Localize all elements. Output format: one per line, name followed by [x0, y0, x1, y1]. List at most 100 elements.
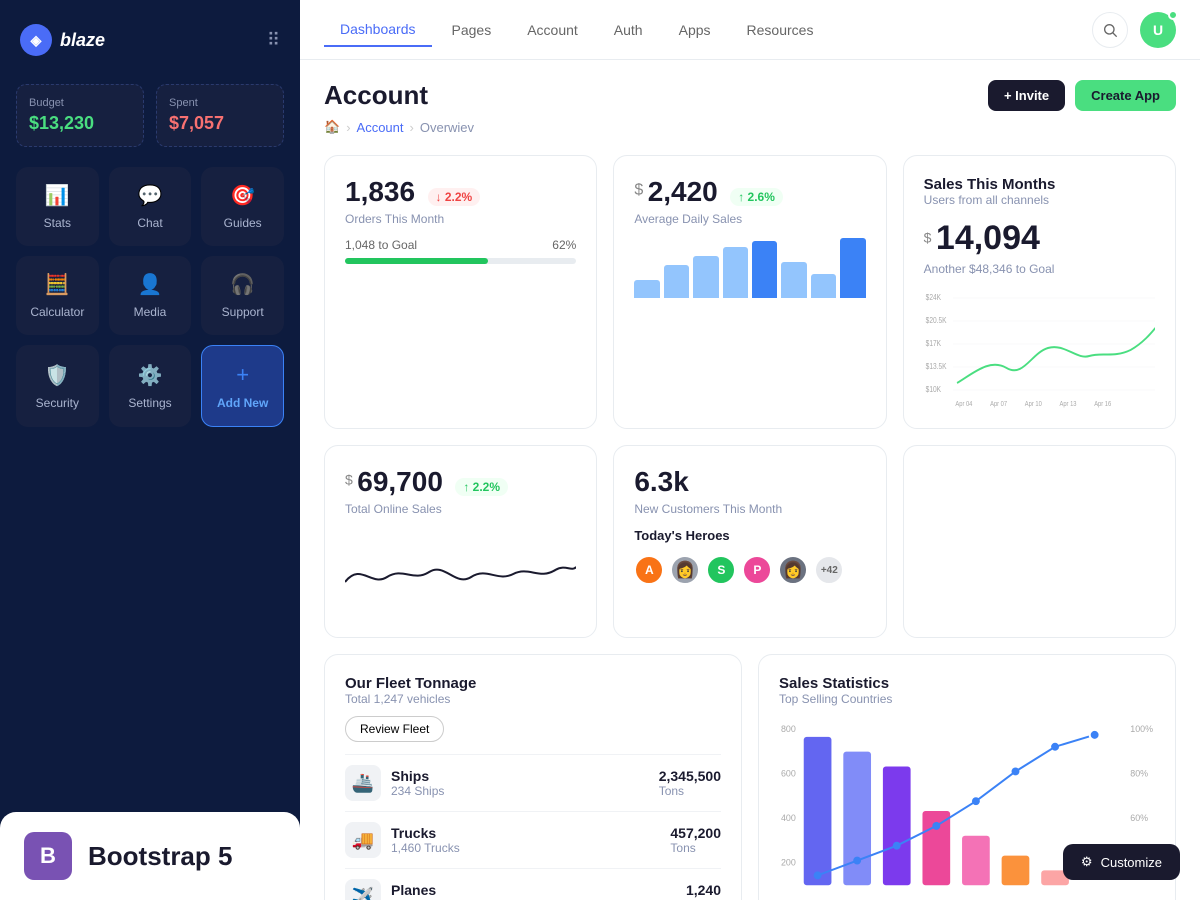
sidebar-item-settings[interactable]: ⚙️ Settings — [109, 345, 192, 427]
nav-link-resources[interactable]: Resources — [731, 14, 830, 46]
support-icon: 🎧 — [230, 272, 255, 297]
spent-value: $7,057 — [169, 113, 271, 134]
svg-text:600: 600 — [781, 768, 796, 778]
orders-number: 1,836 — [345, 176, 415, 207]
planes-icon: ✈️ — [345, 879, 381, 900]
page-area: Account + Invite Create App 🏠 › Account … — [300, 60, 1200, 900]
create-app-button[interactable]: Create App — [1075, 80, 1176, 111]
chat-label: Chat — [137, 216, 162, 230]
bar-6 — [781, 262, 806, 298]
logo-area: ◈ blaze — [20, 24, 105, 56]
sidebar-item-add-new[interactable]: + Add New — [201, 345, 284, 427]
hero-img1: 👩 — [670, 555, 700, 585]
avatar-badge — [1168, 10, 1178, 20]
breadcrumb: 🏠 › Account › Overwiev — [324, 119, 1176, 135]
sidebar-item-media[interactable]: 👤 Media — [109, 256, 192, 335]
budget-value: $13,230 — [29, 113, 131, 134]
progress-fill — [345, 258, 488, 264]
budget-row: Budget $13,230 Spent $7,057 — [16, 84, 284, 147]
search-button[interactable] — [1092, 12, 1128, 48]
review-fleet-button[interactable]: Review Fleet — [345, 716, 444, 742]
nav-link-pages[interactable]: Pages — [436, 14, 508, 46]
trucks-icon: 🚚 — [345, 822, 381, 858]
row2-grid: $ 69,700 ↑ 2.2% Total Online Sales 6.3k … — [324, 445, 1176, 638]
page-title: Account — [324, 80, 428, 111]
orders-badge: ↓ 2.2% — [428, 188, 481, 206]
svg-text:Apr 04: Apr 04 — [955, 401, 972, 408]
customize-button[interactable]: ⚙ Customize — [1063, 844, 1180, 880]
svg-text:60%: 60% — [1130, 813, 1148, 823]
support-label: Support — [222, 305, 264, 319]
calculator-label: Calculator — [30, 305, 84, 319]
top-nav-right: U — [1092, 12, 1176, 48]
fleet-row-trucks: 🚚 Trucks 1,460 Trucks 457,200 Tons — [345, 811, 721, 868]
orders-progress: 1,048 to Goal 62% — [345, 238, 576, 264]
ships-icon: 🚢 — [345, 765, 381, 801]
fleet-subtitle: Total 1,247 vehicles — [345, 692, 721, 706]
fleet-row-ships: 🚢 Ships 234 Ships 2,345,500 Tons — [345, 754, 721, 811]
sidebar-item-stats[interactable]: 📊 Stats — [16, 167, 99, 246]
nav-grid: 📊 Stats 💬 Chat 🎯 Guides 🧮 Calculator 👤 M… — [16, 167, 284, 427]
trucks-name: Trucks — [391, 825, 460, 841]
app-name: blaze — [60, 30, 105, 51]
spent-card: Spent $7,057 — [156, 84, 284, 147]
ships-count: 234 Ships — [391, 784, 444, 798]
hero-s: S — [706, 555, 736, 585]
fleet-card: Our Fleet Tonnage Total 1,247 vehicles R… — [324, 654, 742, 900]
daily-sales-badge: ↑ 2.6% — [730, 188, 783, 206]
progress-track — [345, 258, 576, 264]
svg-text:Apr 13: Apr 13 — [1059, 401, 1076, 408]
security-label: Security — [36, 396, 79, 410]
progress-pct: 62% — [552, 238, 576, 252]
sidebar-item-security[interactable]: 🛡️ Security — [16, 345, 99, 427]
breadcrumb-home[interactable]: 🏠 — [324, 119, 340, 135]
planes-name: Planes — [391, 882, 444, 898]
invite-button[interactable]: + Invite — [988, 80, 1065, 111]
stats-grid: 1,836 ↓ 2.2% Orders This Month 1,048 to … — [324, 155, 1176, 429]
customers-card: 6.3k New Customers This Month Today's He… — [613, 445, 886, 638]
page-actions: + Invite Create App — [988, 80, 1176, 111]
bootstrap-label: Bootstrap 5 — [88, 841, 232, 872]
media-icon: 👤 — [138, 272, 163, 297]
daily-sales-card: $ 2,420 ↑ 2.6% Average Daily Sales — [613, 155, 886, 429]
daily-sales-prefix: $ — [634, 182, 643, 199]
svg-text:100%: 100% — [1130, 724, 1153, 734]
menu-icon[interactable]: ⠿ — [267, 30, 280, 51]
breadcrumb-account[interactable]: Account — [357, 120, 404, 135]
svg-text:Apr 16: Apr 16 — [1094, 401, 1111, 408]
daily-sales-number: 2,420 — [648, 176, 718, 207]
placeholder-card — [903, 445, 1176, 638]
sales-big-number: 14,094 — [936, 219, 1040, 257]
sales-sub: Another $48,346 to Goal — [924, 262, 1155, 276]
sidebar-item-guides[interactable]: 🎯 Guides — [201, 167, 284, 246]
sidebar-item-support[interactable]: 🎧 Support — [201, 256, 284, 335]
nav-link-dashboards[interactable]: Dashboards — [324, 13, 432, 47]
bar-1 — [634, 280, 659, 298]
ships-unit: Tons — [659, 784, 721, 798]
progress-goal-label: 1,048 to Goal — [345, 238, 417, 252]
sidebar-item-chat[interactable]: 💬 Chat — [109, 167, 192, 246]
nav-link-auth[interactable]: Auth — [598, 14, 659, 46]
sidebar-item-calculator[interactable]: 🧮 Calculator — [16, 256, 99, 335]
sales-big-row: $ 14,094 — [924, 219, 1155, 258]
stats-label: Stats — [44, 216, 71, 230]
avatar-button[interactable]: U — [1140, 12, 1176, 48]
nav-link-apps[interactable]: Apps — [663, 14, 727, 46]
nav-link-account[interactable]: Account — [511, 14, 594, 46]
hero-p: P — [742, 555, 772, 585]
customize-label: Customize — [1101, 855, 1162, 870]
stats-icon: 📊 — [45, 183, 70, 208]
add-new-label: Add New — [217, 396, 268, 410]
heroes-title: Today's Heroes — [634, 528, 865, 543]
guides-icon: 🎯 — [230, 183, 255, 208]
bar-8 — [840, 238, 865, 298]
fleet-row-planes: ✈️ Planes 8 Aircrafts 1,240 Tons — [345, 868, 721, 900]
ships-value: 2,345,500 — [659, 768, 721, 784]
trucks-value: 457,200 — [670, 825, 721, 841]
svg-text:$13.5K: $13.5K — [925, 361, 946, 371]
sales-line-chart: $24K $20.5K $17K $13.5K $10K — [924, 288, 1155, 408]
svg-text:Apr 10: Apr 10 — [1024, 401, 1041, 408]
online-number: 69,700 — [357, 466, 443, 497]
chat-icon: 💬 — [138, 183, 163, 208]
fleet-grid: Our Fleet Tonnage Total 1,247 vehicles R… — [324, 654, 1176, 900]
